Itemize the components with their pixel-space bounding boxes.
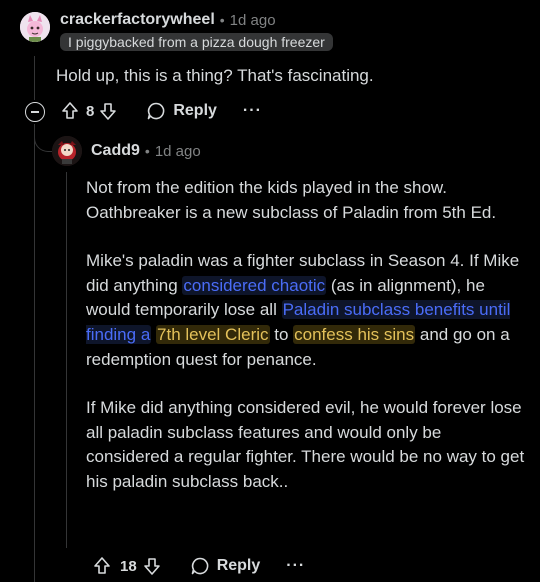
more-options-button[interactable]: ··· — [286, 557, 305, 575]
upvote-icon[interactable] — [60, 101, 80, 121]
vote-count: 18 — [120, 557, 137, 575]
thread-line[interactable] — [34, 56, 35, 100]
separator-dot: • — [219, 12, 225, 28]
downvote-icon[interactable] — [142, 556, 162, 576]
comment-bubble-icon — [146, 101, 166, 121]
thread-line[interactable] — [34, 124, 35, 582]
vote-count: 8 — [86, 102, 95, 120]
timestamp: 1d ago — [229, 11, 276, 29]
text-span: to — [269, 324, 294, 344]
comment-bubble-icon — [190, 556, 210, 576]
thread-connector — [34, 124, 54, 152]
avatar[interactable] — [20, 12, 50, 42]
user-flair: I piggybacked from a pizza dough freezer — [60, 33, 333, 51]
thread-line[interactable] — [66, 172, 67, 548]
search-link[interactable]: confess his sins — [293, 324, 416, 344]
timestamp: 1d ago — [154, 142, 201, 160]
paragraph: Not from the edition the kids played in … — [86, 178, 497, 222]
comment-body: Not from the edition the kids played in … — [86, 176, 526, 519]
reply-label: Reply — [173, 102, 217, 119]
comment-actions: 8 Reply ··· — [60, 101, 262, 121]
comment-actions: 18 Reply ··· — [92, 556, 305, 576]
collapse-button[interactable] — [25, 102, 45, 122]
separator-dot: • — [144, 143, 150, 159]
upvote-icon[interactable] — [92, 556, 112, 576]
avatar[interactable] — [52, 136, 82, 166]
comment-header: Cadd9 • 1d ago — [91, 142, 201, 160]
paragraph: Mike's paladin was a fighter subclass in… — [86, 249, 526, 372]
more-options-button[interactable]: ··· — [243, 102, 262, 120]
search-link[interactable]: considered chaotic — [182, 275, 327, 295]
comment-body: Hold up, this is a thing? That's fascina… — [56, 66, 374, 85]
reply-button[interactable]: Reply — [146, 101, 217, 121]
user-avatar-icon — [52, 136, 82, 166]
downvote-icon[interactable] — [98, 101, 118, 121]
search-link[interactable]: 7th level Cleric — [156, 324, 270, 344]
user-avatar-icon — [20, 12, 50, 42]
username[interactable]: Cadd9 — [91, 142, 140, 160]
reply-label: Reply — [216, 557, 261, 574]
reply-button[interactable]: Reply — [190, 556, 261, 576]
comment-header: crackerfactorywheel • 1d ago — [60, 11, 276, 29]
username[interactable]: crackerfactorywheel — [60, 11, 215, 29]
paragraph: If Mike did anything considered evil, he… — [86, 398, 525, 491]
comment-thread: crackerfactorywheel • 1d ago I piggyback… — [0, 0, 540, 582]
